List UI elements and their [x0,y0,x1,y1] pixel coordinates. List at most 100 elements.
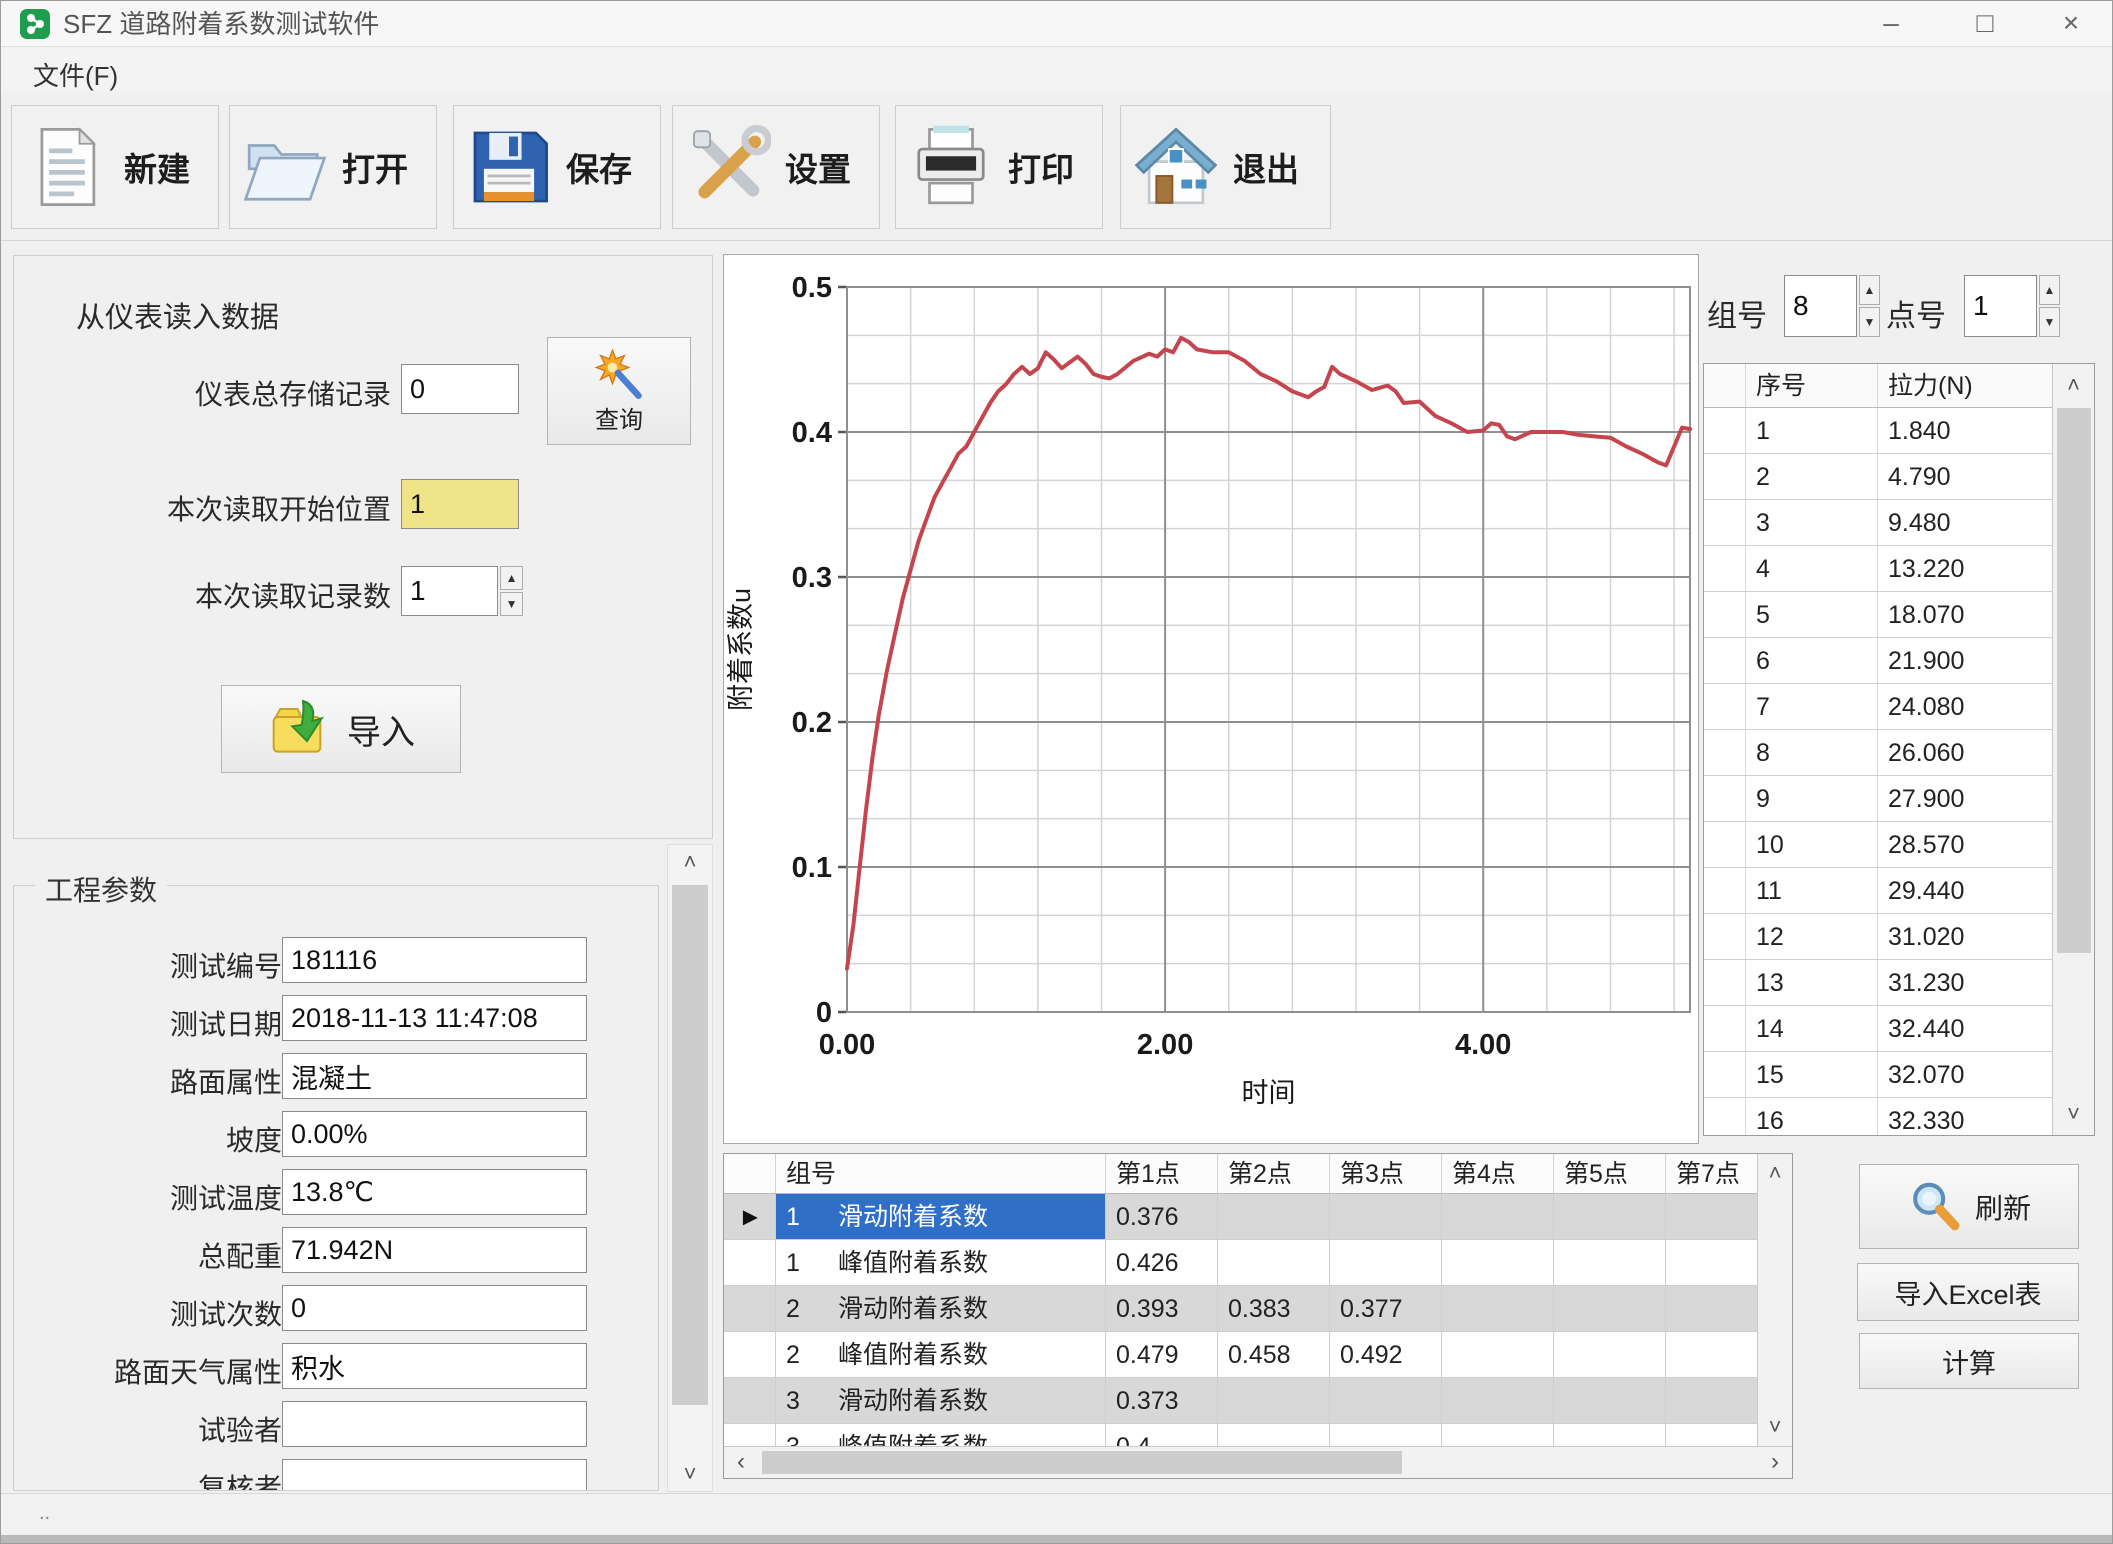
param-input[interactable] [282,1401,587,1447]
scroll-left-icon[interactable]: ‹ [724,1447,758,1478]
force-table-row[interactable]: 39.480 [1704,500,2094,546]
spin-down-icon[interactable]: ▼ [1859,307,1880,337]
results-table-row[interactable]: 1峰值附着系数0.426 [724,1240,1792,1286]
scroll-up-icon[interactable]: ˄ [668,849,712,875]
new-button[interactable]: 新建 [11,105,219,229]
param-input[interactable] [282,1459,587,1491]
svg-text:0: 0 [816,997,832,1029]
params-scrollbar[interactable]: ˄ ˅ [667,844,713,1492]
force-table-row[interactable]: 518.070 [1704,592,2094,638]
calculate-button[interactable]: 计算 [1859,1333,2079,1389]
group-name-cell[interactable]: 1峰值附着系数 [776,1240,1106,1285]
results-table-row[interactable]: 2滑动附着系数0.3930.3830.377 [724,1286,1792,1332]
results-col-header[interactable]: 第3点 [1330,1154,1442,1193]
param-input[interactable] [282,1111,587,1157]
force-table-row[interactable]: 1331.230 [1704,960,2094,1006]
value-cell [1442,1286,1554,1331]
force-table-row[interactable]: 1632.330 [1704,1098,2094,1136]
spin-up-icon[interactable]: ▲ [1859,275,1880,305]
force-table-row[interactable]: 826.060 [1704,730,2094,776]
results-hscrollbar[interactable]: ‹ › [724,1446,1792,1478]
start-pos-input[interactable] [401,479,519,529]
param-input[interactable] [282,1343,587,1389]
force-table-row[interactable]: 11.840 [1704,408,2094,454]
param-input[interactable] [282,1227,587,1273]
force-table-row[interactable]: 1231.020 [1704,914,2094,960]
maximize-button[interactable]: □ [1954,1,2016,47]
exit-button[interactable]: 退出 [1120,105,1331,229]
param-input[interactable] [282,937,587,983]
force-scrollbar-thumb[interactable] [2057,408,2091,953]
group-name-cell[interactable]: 3滑动附着系数 [776,1378,1106,1423]
value-cell: 0.377 [1330,1286,1442,1331]
results-col-header[interactable]: 第2点 [1218,1154,1330,1193]
results-col-header[interactable]: 第7点 [1666,1154,1759,1193]
total-records-input[interactable] [401,364,519,414]
force-table-row[interactable]: 621.900 [1704,638,2094,684]
force-table-row[interactable]: 1028.570 [1704,822,2094,868]
param-input[interactable] [282,995,587,1041]
force-table-scrollbar[interactable]: ˄ ˅ [2052,364,2094,1135]
spin-up-icon[interactable]: ▲ [500,566,523,590]
params-scrollbar-thumb[interactable] [672,885,708,1405]
force-table-header: 序号 拉力(N) [1704,364,2094,408]
group-name-cell[interactable]: 1滑动附着系数 [776,1194,1106,1239]
force-table-row[interactable]: 1432.440 [1704,1006,2094,1052]
group-name-cell[interactable]: 2峰值附着系数 [776,1332,1106,1377]
menu-file[interactable]: 文件(F) [19,54,132,95]
results-col-header[interactable]: 组号 [776,1154,1106,1193]
scroll-down-icon[interactable]: ˅ [1758,1414,1792,1440]
param-input[interactable] [282,1169,587,1215]
results-col-header[interactable]: 第5点 [1554,1154,1666,1193]
group-name-cell[interactable]: 2滑动附着系数 [776,1286,1106,1331]
row-selector-header [724,1154,776,1193]
results-hscrollbar-thumb[interactable] [762,1451,1402,1474]
results-table-row[interactable]: 2峰值附着系数0.4790.4580.492 [724,1332,1792,1378]
value-cell [1218,1378,1330,1423]
import-button[interactable]: 导入 [221,685,461,773]
query-button[interactable]: 查询 [547,337,691,445]
group-input[interactable] [1784,275,1857,337]
read-count-input[interactable] [401,566,498,616]
force-table-row[interactable]: 927.900 [1704,776,2094,822]
svg-text:0.1: 0.1 [792,852,832,884]
scroll-right-icon[interactable]: › [1758,1447,1792,1478]
scroll-down-icon[interactable]: ˅ [668,1461,712,1487]
force-table-row[interactable]: 1532.070 [1704,1052,2094,1098]
settings-button[interactable]: 设置 [672,105,880,229]
results-table-row[interactable]: 3滑动附着系数0.373 [724,1378,1792,1424]
print-button[interactable]: 打印 [895,105,1103,229]
force-table-row[interactable]: 724.080 [1704,684,2094,730]
value-cell [1330,1378,1442,1423]
point-input[interactable] [1964,275,2037,337]
index-cell: 12 [1746,914,1878,959]
spin-up-icon[interactable]: ▲ [2039,275,2060,305]
scroll-up-icon[interactable]: ˄ [2053,372,2094,398]
results-table: 组号第1点第2点第3点第4点第5点第7点 ►1滑动附着系数0.3761峰值附着系… [723,1153,1793,1479]
results-table-row[interactable]: ►1滑动附着系数0.376 [724,1194,1792,1240]
force-table-row[interactable]: 24.790 [1704,454,2094,500]
force-table-row[interactable]: 1129.440 [1704,868,2094,914]
refresh-button[interactable]: 刷新 [1859,1164,2079,1249]
value-cell [1442,1194,1554,1239]
force-cell: 4.790 [1878,454,2054,499]
results-vscrollbar[interactable]: ˄ ˅ [1757,1154,1792,1446]
save-button[interactable]: 保存 [453,105,661,229]
force-cell: 24.080 [1878,684,2054,729]
force-table-row[interactable]: 413.220 [1704,546,2094,592]
spin-down-icon[interactable]: ▼ [500,592,523,616]
param-input[interactable] [282,1053,587,1099]
force-cell: 13.220 [1878,546,2054,591]
spin-down-icon[interactable]: ▼ [2039,307,2060,337]
import-excel-button[interactable]: 导入Excel表 [1857,1263,2079,1321]
minimize-button[interactable]: – [1860,1,1922,47]
results-col-header[interactable]: 第4点 [1442,1154,1554,1193]
point-stepper: ▲ ▼ [1964,275,2060,337]
param-input[interactable] [282,1285,587,1331]
results-col-header[interactable]: 第1点 [1106,1154,1218,1193]
open-button[interactable]: 打开 [229,105,437,229]
close-button[interactable]: × [2040,1,2102,47]
scroll-down-icon[interactable]: ˅ [2053,1101,2094,1127]
param-label: 路面属性 [34,1061,282,1101]
scroll-up-icon[interactable]: ˄ [1758,1160,1792,1186]
